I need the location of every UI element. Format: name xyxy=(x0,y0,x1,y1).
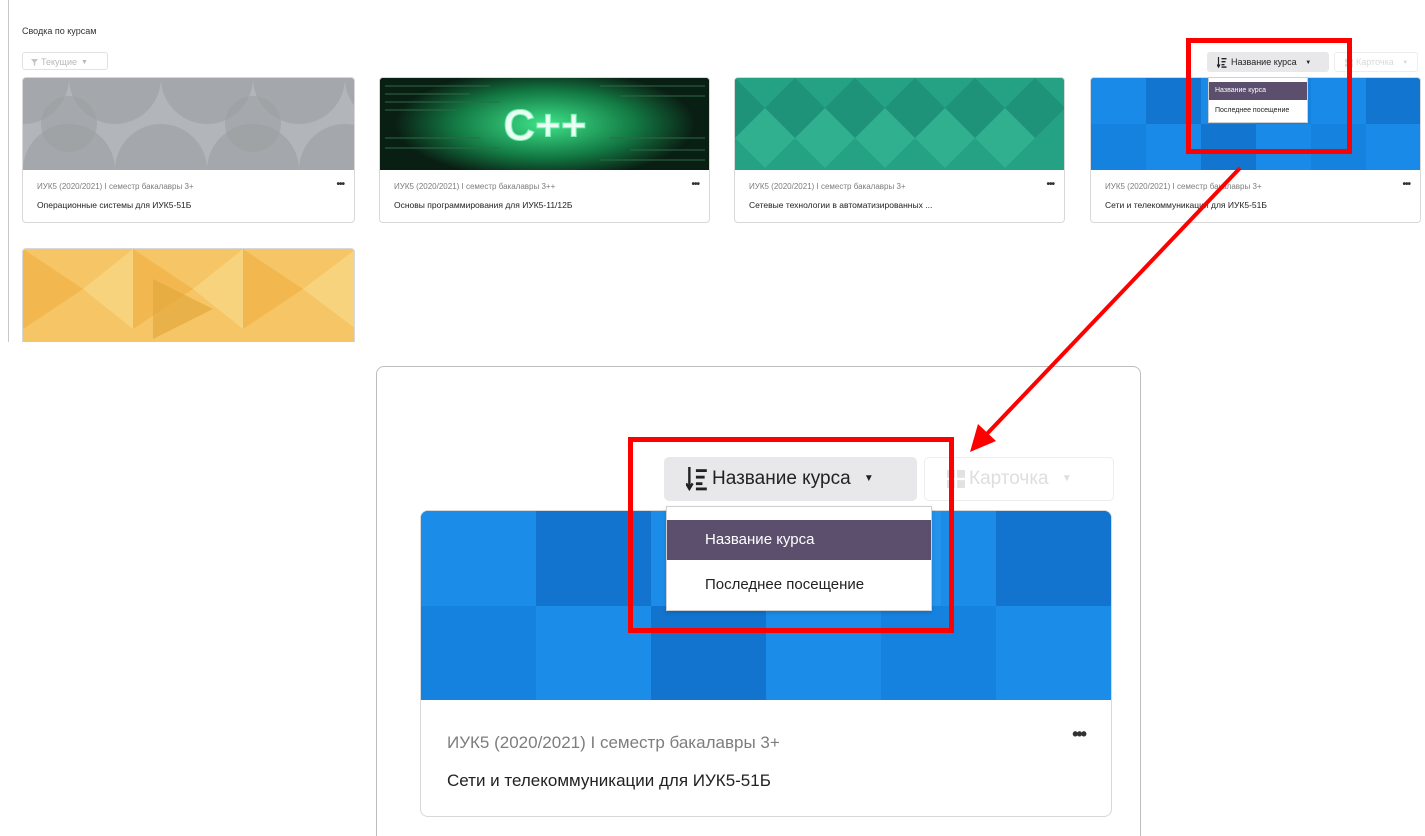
connector-arrow-icon xyxy=(970,166,1242,452)
